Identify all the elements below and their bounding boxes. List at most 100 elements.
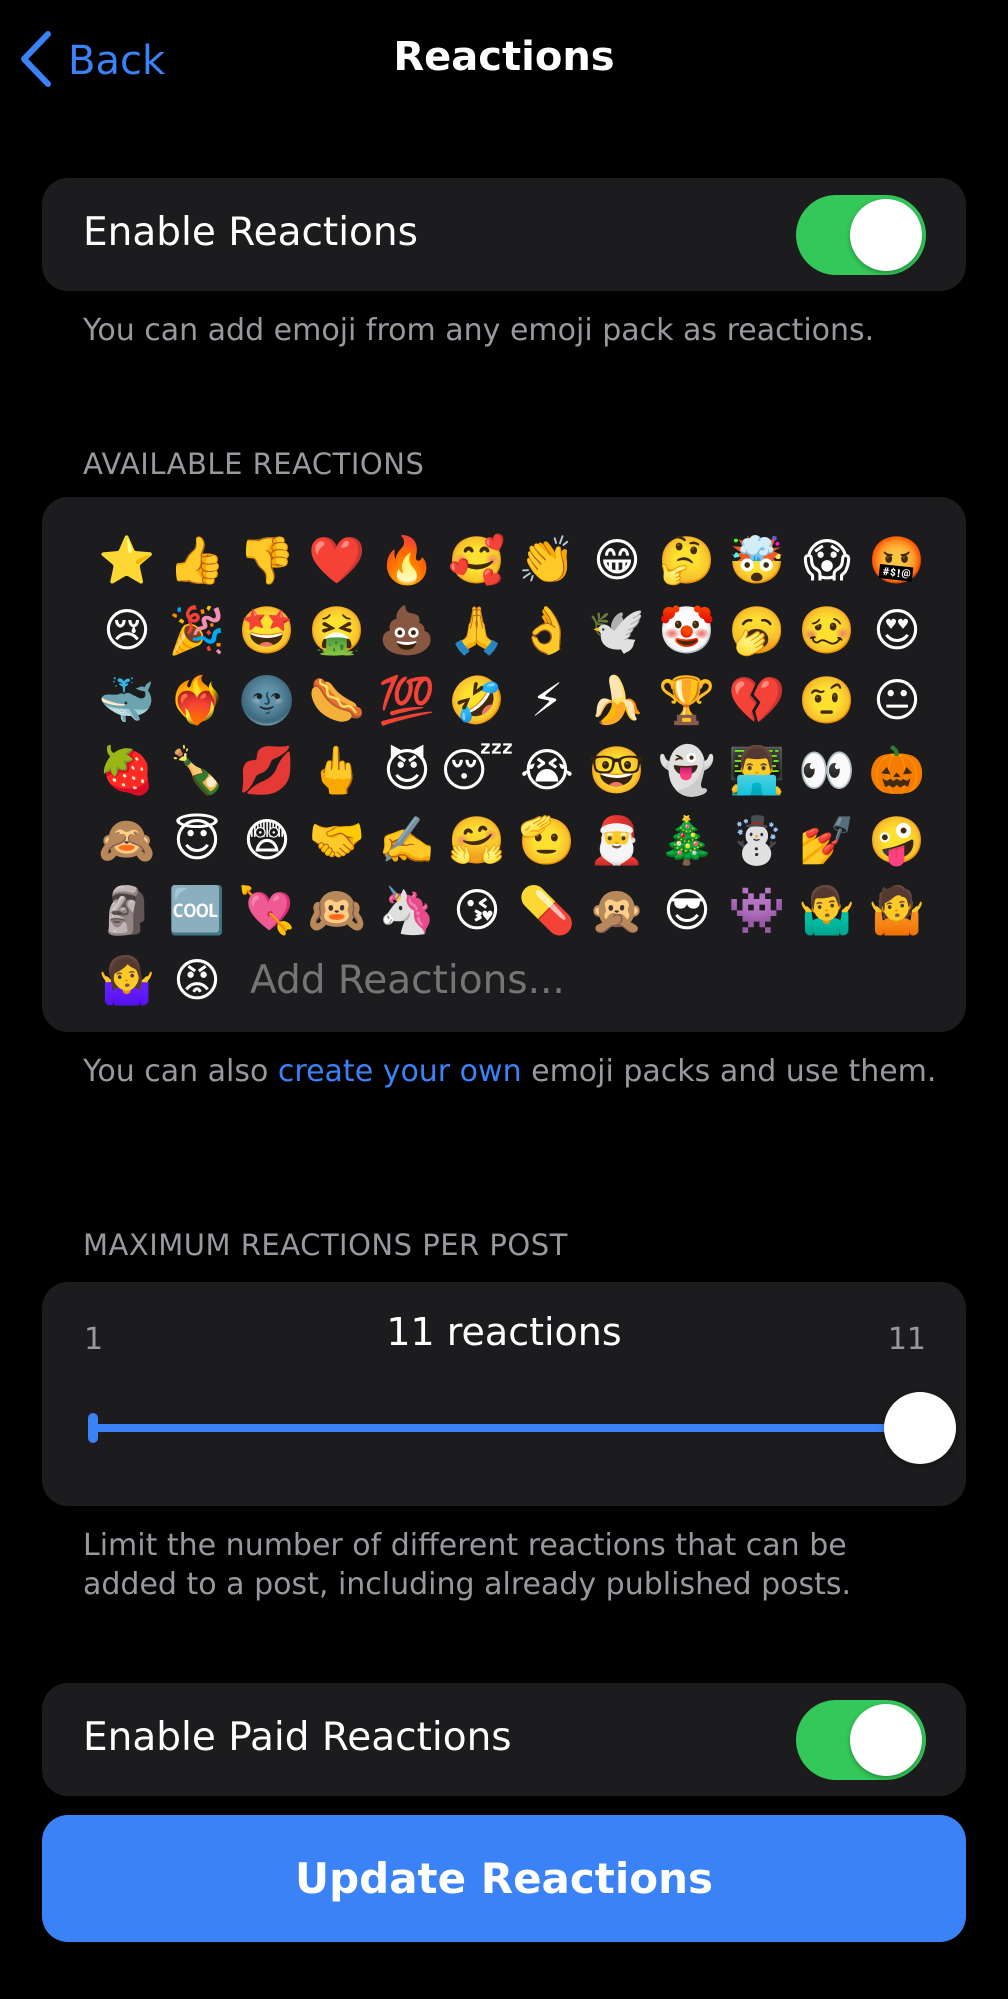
reaction-emoji[interactable]: 💘 xyxy=(232,875,302,945)
reaction-emoji[interactable]: 😈 xyxy=(372,735,442,805)
reaction-emoji[interactable]: 🤯 xyxy=(722,525,792,595)
reaction-emoji[interactable]: 🙊 xyxy=(582,875,652,945)
reaction-emoji[interactable]: 😍 xyxy=(862,595,932,665)
slider-track[interactable] xyxy=(90,1424,920,1432)
toggle-knob xyxy=(850,1704,922,1776)
reaction-emoji[interactable]: 🌭 xyxy=(302,665,372,735)
reaction-emoji[interactable]: 😁 xyxy=(582,525,652,595)
reaction-emoji[interactable]: ✍️ xyxy=(372,805,442,875)
reaction-emoji[interactable]: 😡 xyxy=(162,945,232,1015)
enable-reactions-toggle[interactable] xyxy=(796,195,926,275)
reaction-emoji[interactable]: 🍾 xyxy=(162,735,232,805)
paid-reactions-toggle[interactable] xyxy=(796,1700,926,1780)
paid-reactions-row[interactable]: Enable Paid Reactions xyxy=(42,1683,966,1796)
reaction-emoji[interactable]: 👀 xyxy=(792,735,862,805)
reaction-emoji[interactable]: 🤨 xyxy=(792,665,862,735)
reaction-emoji[interactable]: 🥴 xyxy=(792,595,862,665)
create-your-own-link[interactable]: create your own xyxy=(278,1054,522,1089)
slider-max-label: 11 xyxy=(887,1322,926,1357)
reaction-emoji[interactable]: 🎄 xyxy=(652,805,722,875)
reaction-emoji[interactable]: 🤩 xyxy=(232,595,302,665)
reaction-emoji[interactable]: 😇 xyxy=(162,805,232,875)
max-reactions-header: MAXIMUM REACTIONS PER POST xyxy=(83,1228,568,1262)
toggle-knob xyxy=(850,199,922,271)
reaction-emoji[interactable]: 😴 xyxy=(440,735,514,805)
reaction-emoji[interactable]: 👻 xyxy=(652,735,722,805)
reaction-emoji[interactable]: 😎 xyxy=(652,875,722,945)
reaction-emoji[interactable]: 😱 xyxy=(792,525,862,595)
available-reactions-header: AVAILABLE REACTIONS xyxy=(83,447,425,481)
emoji-row: 🐳 ❤️‍🔥 🌚 🌭 💯 🤣 ⚡ 🍌 🏆 💔 🤨 😐 xyxy=(92,665,932,735)
reaction-emoji[interactable]: 💩 xyxy=(372,595,442,665)
reaction-emoji[interactable]: 😐 xyxy=(862,665,932,735)
reaction-emoji[interactable]: ❤️ xyxy=(302,525,372,595)
reaction-emoji[interactable]: 🤷‍♀️ xyxy=(92,945,162,1015)
reaction-emoji[interactable]: 💯 xyxy=(372,665,442,735)
max-reactions-card: 1 11 reactions 11 xyxy=(42,1282,966,1506)
reaction-emoji[interactable]: 👎 xyxy=(232,525,302,595)
reaction-emoji[interactable]: 🌚 xyxy=(232,665,302,735)
reaction-emoji[interactable]: 👌 xyxy=(512,595,582,665)
reaction-emoji[interactable]: 🥱 xyxy=(722,595,792,665)
reaction-emoji[interactable]: 🏆 xyxy=(652,665,722,735)
reaction-emoji[interactable]: 😨 xyxy=(232,805,302,875)
reaction-emoji[interactable]: 🤬 xyxy=(862,525,932,595)
reaction-emoji[interactable]: 🤓 xyxy=(582,735,652,805)
emoji-row: 🗿 🆒 💘 🙉 🦄 😘 💊 🙊 😎 👾 🤷‍♂️ 🤷 xyxy=(92,875,932,945)
enable-reactions-label: Enable Reactions xyxy=(83,210,418,255)
reaction-emoji[interactable]: 😘 xyxy=(442,875,512,945)
reaction-emoji[interactable]: 👾 xyxy=(722,875,792,945)
reaction-emoji[interactable]: 🙉 xyxy=(302,875,372,945)
reaction-emoji[interactable]: 🕊️ xyxy=(582,595,652,665)
reaction-emoji[interactable]: 💅 xyxy=(792,805,862,875)
reaction-emoji[interactable]: 🥰 xyxy=(442,525,512,595)
paid-reactions-label: Enable Paid Reactions xyxy=(83,1715,512,1760)
reaction-emoji[interactable]: 🤗 xyxy=(442,805,512,875)
available-reactions-card: ⭐ 👍 👎 ❤️ 🔥 🥰 👏 😁 🤔 🤯 😱 🤬 😢 🎉 🤩 🤮 💩 🙏 👌 🕊️ 🤡 🥱 🥴 😍 🐳 ❤️‍🔥 🌚 🌭 💯 🤣 ⚡ 🍌 🏆 💔 🤨… xyxy=(42,497,966,1032)
footnote-suffix: emoji packs and use them. xyxy=(521,1054,937,1089)
reaction-emoji[interactable]: 🤮 xyxy=(302,595,372,665)
enable-reactions-footnote: You can add emoji from any emoji pack as… xyxy=(83,313,875,348)
reaction-emoji[interactable]: 🫡 xyxy=(512,805,582,875)
reaction-emoji[interactable]: 🤡 xyxy=(652,595,722,665)
slider-thumb[interactable] xyxy=(884,1392,956,1464)
reaction-emoji[interactable]: ☃️ xyxy=(722,805,792,875)
reaction-emoji[interactable]: 🎅 xyxy=(582,805,652,875)
reaction-emoji[interactable]: 🤪 xyxy=(862,805,932,875)
reaction-emoji[interactable]: 🖕 xyxy=(302,735,372,805)
reaction-emoji[interactable]: 🤔 xyxy=(652,525,722,595)
update-reactions-button[interactable]: Update Reactions xyxy=(42,1815,966,1942)
slider-fill xyxy=(90,1424,920,1432)
reaction-emoji[interactable]: 🎃 xyxy=(862,735,932,805)
reaction-emoji[interactable]: 🎉 xyxy=(162,595,232,665)
reaction-emoji[interactable]: 🙈 xyxy=(92,805,162,875)
enable-reactions-row[interactable]: Enable Reactions xyxy=(42,178,966,291)
emoji-row: 🍓 🍾 💋 🖕 😈 😴 😭 🤓 👻 👨‍💻 👀 🎃 xyxy=(92,735,932,805)
reaction-emoji[interactable]: 😭 xyxy=(512,735,582,805)
emoji-row: ⭐ 👍 👎 ❤️ 🔥 🥰 👏 😁 🤔 🤯 😱 🤬 xyxy=(92,525,932,595)
reaction-emoji[interactable]: 👨‍💻 xyxy=(722,735,792,805)
reaction-emoji[interactable]: 🤷‍♂️ xyxy=(792,875,862,945)
reaction-emoji[interactable]: 🤷 xyxy=(862,875,932,945)
reaction-emoji[interactable]: 🤝 xyxy=(302,805,372,875)
reaction-emoji[interactable]: ❤️‍🔥 xyxy=(162,665,232,735)
slider-start-marker xyxy=(88,1413,98,1443)
reaction-emoji[interactable]: 🍌 xyxy=(582,665,652,735)
add-reactions-input[interactable] xyxy=(250,957,700,1003)
reaction-emoji[interactable]: 🔥 xyxy=(372,525,442,595)
reaction-emoji[interactable]: 👏 xyxy=(512,525,582,595)
reaction-emoji[interactable]: 🍓 xyxy=(92,735,162,805)
reaction-emoji[interactable]: 👍 xyxy=(162,525,232,595)
reaction-emoji[interactable]: 🙏 xyxy=(442,595,512,665)
reaction-emoji[interactable]: 💔 xyxy=(722,665,792,735)
reaction-emoji[interactable]: 🤣 xyxy=(442,665,512,735)
reaction-emoji[interactable]: 🦄 xyxy=(372,875,442,945)
reaction-emoji[interactable]: 💋 xyxy=(232,735,302,805)
reaction-emoji[interactable]: 💊 xyxy=(512,875,582,945)
reaction-emoji[interactable]: ⭐ xyxy=(92,525,162,595)
reaction-emoji[interactable]: 🐳 xyxy=(92,665,162,735)
reaction-emoji[interactable]: 🗿 xyxy=(92,875,162,945)
reaction-emoji[interactable]: 😢 xyxy=(92,595,162,665)
reaction-emoji[interactable]: 🆒 xyxy=(162,875,232,945)
reaction-emoji[interactable]: ⚡ xyxy=(512,665,582,735)
